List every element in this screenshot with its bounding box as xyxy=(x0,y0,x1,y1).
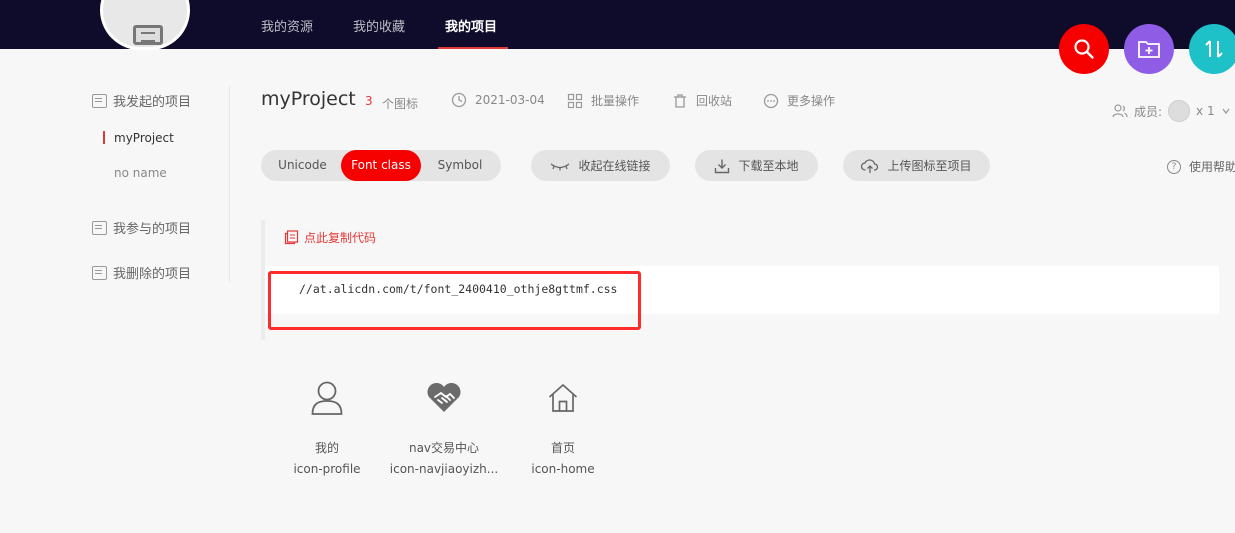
grid-icon xyxy=(567,93,583,108)
tab-unicode[interactable]: Unicode xyxy=(265,150,340,181)
sidebar-active-marker xyxy=(103,131,105,144)
nav-active-indicator xyxy=(438,47,508,49)
tab-font-class[interactable]: Font class xyxy=(341,150,421,181)
highlight-annotation-box xyxy=(268,271,641,330)
add-folder-fab-button[interactable] xyxy=(1124,24,1174,74)
members-count: x 1 xyxy=(1196,104,1215,118)
document-delete-icon xyxy=(92,265,107,280)
icon-card-navjiaoyizhongxin[interactable]: nav交易中心 icon-navjiaoyizh... xyxy=(389,375,499,476)
icon-count: 3 xyxy=(365,94,373,108)
icon-class-name: icon-profile xyxy=(293,462,361,476)
download-local-button[interactable]: 下载至本地 xyxy=(695,150,818,181)
icon-class-name: icon-home xyxy=(531,462,595,476)
sidebar-divider xyxy=(229,86,230,282)
copy-code-label: 点此复制代码 xyxy=(304,231,377,245)
icon-card-profile[interactable]: 我的 icon-profile xyxy=(272,375,382,476)
more-operations-button[interactable]: 更多操作 xyxy=(763,92,835,109)
sidebar xyxy=(0,49,230,533)
help-label: 使用帮助 xyxy=(1189,160,1235,174)
profile-icon xyxy=(311,381,343,415)
document-edit-icon xyxy=(92,93,107,108)
search-icon xyxy=(1074,39,1094,59)
clock-icon xyxy=(451,92,467,108)
tab-symbol[interactable]: Symbol xyxy=(423,150,497,181)
nav-my-projects[interactable]: 我的项目 xyxy=(445,16,497,35)
sidebar-group-joined[interactable]: 我参与的项目 xyxy=(92,218,191,237)
icon-card-home[interactable]: 首页 icon-home xyxy=(508,375,618,476)
sidebar-item-myproject[interactable]: myProject xyxy=(114,131,174,145)
sort-fab-button[interactable] xyxy=(1189,24,1235,74)
top-navbar: 我的资源 我的收藏 我的项目 xyxy=(0,0,1235,50)
trash-label: 回收站 xyxy=(696,94,733,108)
chevron-down-icon xyxy=(1222,108,1230,115)
collapse-online-link-label: 收起在线链接 xyxy=(578,159,651,173)
search-fab-button[interactable] xyxy=(1059,24,1109,74)
home-icon xyxy=(548,383,578,412)
trash-icon xyxy=(674,93,686,108)
question-icon: ? xyxy=(1167,159,1181,174)
icon-class-name: icon-navjiaoyizh... xyxy=(389,462,499,476)
more-dots-icon xyxy=(763,93,779,108)
project-title: myProject xyxy=(261,88,356,110)
icon-display-name: nav交易中心 xyxy=(408,441,480,455)
trash-button[interactable]: 回收站 xyxy=(672,92,732,109)
cloud-upload-icon xyxy=(861,158,879,173)
nav-my-favorites[interactable]: 我的收藏 xyxy=(353,16,405,35)
icon-display-name: 首页 xyxy=(550,441,575,455)
sidebar-group-deleted[interactable]: 我删除的项目 xyxy=(92,263,191,282)
copy-icon xyxy=(284,230,299,245)
created-date-text: 2021-03-04 xyxy=(475,93,545,107)
eye-closed-icon xyxy=(551,162,570,170)
avatar xyxy=(1168,100,1191,122)
copy-code-button[interactable]: 点此复制代码 xyxy=(284,229,376,246)
created-date: 2021-03-04 xyxy=(451,92,545,108)
sidebar-group-label: 我删除的项目 xyxy=(113,267,192,282)
download-local-label: 下载至本地 xyxy=(738,159,799,173)
members-indicator[interactable]: 成员: x 1 xyxy=(1112,100,1231,122)
sidebar-group-label: 我参与的项目 xyxy=(113,222,192,237)
help-link[interactable]: ? 使用帮助 xyxy=(1167,158,1235,175)
nav-my-resources[interactable]: 我的资源 xyxy=(261,16,313,35)
sidebar-group-created[interactable]: 我发起的项目 xyxy=(92,91,191,110)
batch-operations-label: 批量操作 xyxy=(591,94,640,108)
members-label: 成员: xyxy=(1134,104,1163,119)
upload-icons-button[interactable]: 上传图标至项目 xyxy=(843,150,990,181)
logo-box-icon xyxy=(133,25,163,45)
upload-icons-label: 上传图标至项目 xyxy=(887,159,972,173)
icon-count-label: 个图标 xyxy=(382,97,419,111)
sidebar-group-label: 我发起的项目 xyxy=(113,95,192,110)
document-search-icon xyxy=(92,220,107,235)
more-operations-label: 更多操作 xyxy=(787,94,836,108)
logo[interactable] xyxy=(100,0,190,50)
collapse-online-link-button[interactable]: 收起在线链接 xyxy=(531,150,670,181)
folder-plus-icon xyxy=(1138,41,1160,58)
sidebar-item-no-name[interactable]: no name xyxy=(114,166,167,180)
icon-display-name: 我的 xyxy=(314,441,339,455)
download-icon xyxy=(715,159,730,173)
handshake-heart-icon xyxy=(427,382,461,412)
members-icon xyxy=(1112,104,1128,118)
code-type-tabs: Unicode Font class Symbol xyxy=(261,150,501,181)
batch-operations-button[interactable]: 批量操作 xyxy=(567,92,639,109)
sort-arrows-icon xyxy=(1205,40,1223,58)
